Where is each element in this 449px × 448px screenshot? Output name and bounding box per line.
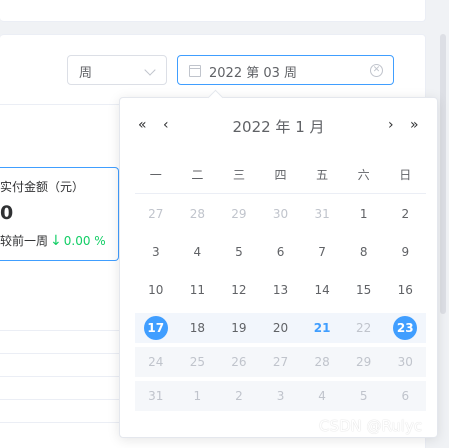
table-row (0, 353, 130, 376)
weekday-label: 三 (232, 168, 245, 182)
compare-label: 较前一周 (0, 234, 49, 248)
day-cell[interactable]: 10 (135, 278, 177, 302)
day-cell[interactable]: 23 (384, 316, 426, 340)
week-picker-popup: « ‹ 2022 年 1 月 › » 一二三四五六日 27 28 29 30 31 1 2 3… (119, 97, 438, 438)
day-cell[interactable]: 30 (384, 350, 426, 374)
table-row (0, 399, 130, 422)
metric-title: 实付金额（元） (0, 180, 85, 194)
day-cell[interactable]: 26 (218, 350, 260, 374)
period-select-value: 周 (79, 66, 93, 81)
circle-close-icon[interactable]: ✕ (370, 64, 383, 77)
day-cell[interactable]: 24 (135, 350, 177, 374)
day-cell[interactable]: 29 (343, 350, 385, 374)
day-cell[interactable]: 12 (218, 278, 260, 302)
day-cell[interactable]: 3 (260, 384, 302, 408)
day-cell[interactable]: 30 (260, 202, 302, 226)
metric-card[interactable]: 实付金额（元） 0 较前一周 ↓ 0.00 % (0, 167, 119, 261)
next-month-button[interactable]: › (388, 117, 394, 133)
calendar-grid: 27 28 29 30 31 1 2 3 4 5 6 7 8 9 10 11 12 13 14 15 16 17 18 19 2… (135, 195, 426, 415)
weekday-label: 一 (149, 168, 162, 182)
day-cell-label: 17 (143, 316, 168, 340)
watermark: CSDN @Rulyc (319, 417, 423, 435)
next-year-button[interactable]: » (410, 117, 419, 133)
trend-value: 0.00 % (63, 234, 106, 248)
weekday-label: 六 (357, 168, 370, 182)
table-row (0, 330, 130, 353)
day-cell[interactable]: 9 (384, 240, 426, 264)
metric-value: 0 (0, 202, 14, 224)
metric-compare: 较前一周 ↓ 0.00 % (0, 232, 106, 249)
day-cell[interactable]: 15 (343, 278, 385, 302)
chevron-down-icon (144, 64, 156, 76)
arrow-down-icon: ↓ (50, 233, 62, 249)
day-cell[interactable]: 28 (177, 202, 219, 226)
day-cell[interactable]: 17 (135, 316, 177, 340)
day-cell[interactable]: 19 (218, 316, 260, 340)
day-cell[interactable]: 18 (177, 316, 219, 340)
week-date-input[interactable]: 2022 第 03 周 ✕ (177, 55, 394, 85)
day-cell[interactable]: 6 (260, 240, 302, 264)
day-cell[interactable]: 22 (343, 316, 385, 340)
day-cell[interactable]: 11 (177, 278, 219, 302)
day-cell[interactable]: 4 (177, 240, 219, 264)
weekday-header: 一二三四五六日 (135, 166, 426, 194)
week-row[interactable]: 3456789 (135, 233, 426, 271)
top-card (0, 0, 426, 22)
day-cell[interactable]: 13 (260, 278, 302, 302)
scrollbar[interactable] (440, 34, 446, 314)
table-row (0, 376, 130, 399)
day-cell[interactable]: 3 (135, 240, 177, 264)
day-cell[interactable]: 28 (301, 350, 343, 374)
week-row[interactable]: 27 28 29 30 31 1 2 (135, 195, 426, 233)
period-select[interactable]: 周 (67, 55, 167, 85)
week-date-value: 2022 第 03 周 (209, 66, 298, 81)
weekday-label: 日 (399, 168, 412, 182)
day-cell[interactable]: 21 (301, 316, 343, 340)
day-cell[interactable]: 4 (301, 384, 343, 408)
day-cell[interactable]: 5 (218, 240, 260, 264)
table-row (0, 422, 130, 445)
week-row[interactable]: 31 1 2 3 4 5 6 (135, 381, 426, 411)
week-row[interactable]: 10 11 12 13 14 15 16 (135, 271, 426, 309)
day-cell-label: 23 (393, 316, 418, 340)
day-cell[interactable]: 5 (343, 384, 385, 408)
weekday-label: 二 (191, 168, 204, 182)
day-cell[interactable]: 7 (301, 240, 343, 264)
day-cell[interactable]: 16 (384, 278, 426, 302)
day-cell[interactable]: 27 (260, 350, 302, 374)
day-cell[interactable]: 25 (177, 350, 219, 374)
day-cell[interactable]: 8 (343, 240, 385, 264)
day-cell[interactable]: 2 (384, 202, 426, 226)
day-cell[interactable]: 6 (384, 384, 426, 408)
week-row[interactable]: 24 25 26 27 28 29 30 (135, 347, 426, 377)
day-cell[interactable]: 31 (135, 384, 177, 408)
day-cell[interactable]: 2 (218, 384, 260, 408)
day-cell[interactable]: 29 (218, 202, 260, 226)
calendar-icon (189, 65, 201, 77)
weekday-label: 四 (274, 168, 287, 182)
day-cell[interactable]: 1 (177, 384, 219, 408)
weekday-label: 五 (316, 168, 329, 182)
day-cell[interactable]: 20 (260, 316, 302, 340)
day-cell[interactable]: 1 (343, 202, 385, 226)
day-cell[interactable]: 27 (135, 202, 177, 226)
selected-week-row[interactable]: 17 18 19 20 21 22 23 (135, 313, 426, 343)
table-rows (0, 330, 130, 445)
day-cell[interactable]: 14 (301, 278, 343, 302)
day-cell[interactable]: 31 (301, 202, 343, 226)
